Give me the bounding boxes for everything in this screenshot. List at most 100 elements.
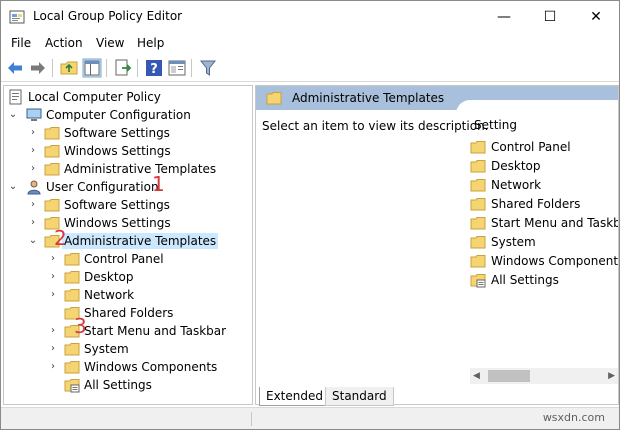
folder-icon xyxy=(266,92,282,105)
minimize-button[interactable]: — xyxy=(481,1,527,33)
chevron-right-icon[interactable]: › xyxy=(48,340,58,358)
tree-item-control-panel[interactable]: › Control Panel xyxy=(4,250,250,268)
chevron-right-icon[interactable]: › xyxy=(28,196,38,214)
back-arrow-icon[interactable] xyxy=(5,58,25,78)
chevron-right-icon[interactable]: › xyxy=(48,322,58,340)
maximize-button[interactable]: ☐ xyxy=(527,1,573,33)
list-item-label: Control Panel xyxy=(491,140,571,154)
export-list-icon[interactable] xyxy=(113,58,133,78)
show-hide-tree-icon[interactable] xyxy=(82,58,102,78)
tree-label: System xyxy=(84,342,129,356)
toolbar: ? xyxy=(1,55,619,82)
tree-item-network[interactable]: › Network xyxy=(4,286,250,304)
horizontal-scrollbar[interactable]: ◀ ▶ xyxy=(470,368,618,384)
tree-label: Windows Settings xyxy=(64,216,171,230)
list-item-label: Start Menu and Taskbar xyxy=(491,216,619,230)
maximize-icon: ☐ xyxy=(543,9,557,25)
folder-icon xyxy=(470,217,486,230)
details-header-title: Administrative Templates xyxy=(292,91,445,105)
tree-item-desktop[interactable]: › Desktop xyxy=(4,268,250,286)
title-bar: Local Group Policy Editor — ☐ ✕ xyxy=(1,1,619,33)
tree-item-cc-administrative-templates[interactable]: › Administrative Templates xyxy=(4,160,250,178)
status-bar xyxy=(1,407,619,429)
chevron-down-icon[interactable]: ⌄ xyxy=(28,232,38,250)
tree-label-selected: Administrative Templates xyxy=(62,233,219,249)
tree-label: Software Settings xyxy=(64,126,170,140)
folder-icon xyxy=(470,198,486,211)
details-pane: Administrative Templates Select an item … xyxy=(255,85,619,405)
tree-item-windows-components[interactable]: › Windows Components xyxy=(4,358,250,376)
tree-label: Windows Settings xyxy=(64,144,171,158)
list-item-label: Desktop xyxy=(491,159,541,173)
scroll-right-icon[interactable]: ▶ xyxy=(608,368,615,384)
forward-arrow-icon[interactable] xyxy=(28,58,48,78)
chevron-down-icon[interactable]: ⌄ xyxy=(8,106,18,124)
chevron-right-icon[interactable]: › xyxy=(48,286,58,304)
status-divider xyxy=(251,412,252,426)
chevron-right-icon[interactable]: › xyxy=(28,214,38,232)
tree-label: User Configuration xyxy=(46,180,159,194)
user-icon xyxy=(27,180,41,195)
scrollbar-thumb[interactable] xyxy=(488,370,530,382)
chevron-down-icon[interactable]: ⌄ xyxy=(8,178,18,196)
tree-item-uc-administrative-templates[interactable]: ⌄ Administrative Templates xyxy=(4,232,250,250)
list-item-label: Shared Folders xyxy=(491,197,581,211)
tree-label: Administrative Templates xyxy=(64,162,217,176)
setting-column-header[interactable]: Setting xyxy=(474,118,517,132)
tree-label: Software Settings xyxy=(64,198,170,212)
folder-icon xyxy=(64,361,80,374)
folder-icon xyxy=(470,160,486,173)
tree-item-all-settings[interactable]: All Settings xyxy=(4,376,250,394)
filter-icon[interactable] xyxy=(198,58,218,78)
toolbar-separator xyxy=(106,59,107,77)
scroll-left-icon[interactable]: ◀ xyxy=(473,368,480,384)
tree-item-shared-folders[interactable]: Shared Folders xyxy=(4,304,250,322)
tree-item-start-menu-and-taskbar[interactable]: › Start Menu and Taskbar xyxy=(4,322,250,340)
chevron-right-icon[interactable]: › xyxy=(48,268,58,286)
folder-icon xyxy=(44,163,60,176)
annotation-marker-2: 2 xyxy=(54,226,67,250)
tree-item-cc-windows-settings[interactable]: › Windows Settings xyxy=(4,142,250,160)
chevron-right-icon[interactable]: › xyxy=(28,124,38,142)
tree-item-uc-software-settings[interactable]: › Software Settings xyxy=(4,196,250,214)
annotation-marker-3: 3 xyxy=(74,314,87,338)
help-icon[interactable]: ? xyxy=(144,58,164,78)
tree-item-cc-software-settings[interactable]: › Software Settings xyxy=(4,124,250,142)
chevron-right-icon[interactable]: › xyxy=(28,160,38,178)
tree-label: Windows Components xyxy=(84,360,218,374)
tree-item-system[interactable]: › System xyxy=(4,340,250,358)
tree-item-computer-configuration[interactable]: ⌄ Computer Configuration xyxy=(4,106,250,124)
all-settings-icon xyxy=(64,379,80,393)
tree-pane[interactable]: Local Computer Policy ⌄ Computer Configu… xyxy=(3,85,253,405)
menu-bar: File Action View Help xyxy=(1,33,619,55)
tree-item-local-computer-policy[interactable]: Local Computer Policy xyxy=(4,88,250,106)
chevron-right-icon[interactable]: › xyxy=(28,142,38,160)
tree-label: Computer Configuration xyxy=(46,108,191,122)
tree-label: Shared Folders xyxy=(84,306,174,320)
tab-extended[interactable]: Extended xyxy=(259,387,330,406)
list-item-label: System xyxy=(491,235,536,249)
toolbar-separator xyxy=(52,59,53,77)
tree-label: Desktop xyxy=(84,270,134,284)
window-title: Local Group Policy Editor xyxy=(33,9,183,23)
folder-icon xyxy=(470,255,486,268)
folder-icon xyxy=(64,343,80,356)
tab-standard[interactable]: Standard xyxy=(325,387,394,406)
folder-icon xyxy=(64,289,80,302)
menu-action[interactable]: Action xyxy=(45,36,83,50)
up-folder-icon[interactable] xyxy=(59,58,79,78)
menu-view[interactable]: View xyxy=(96,36,124,50)
chevron-right-icon[interactable]: › xyxy=(48,250,58,268)
close-button[interactable]: ✕ xyxy=(573,1,619,33)
tree-item-uc-windows-settings[interactable]: › Windows Settings xyxy=(4,214,250,232)
menu-file[interactable]: File xyxy=(11,36,31,50)
chevron-right-icon[interactable]: › xyxy=(48,358,58,376)
menu-help[interactable]: Help xyxy=(137,36,164,50)
computer-icon xyxy=(26,108,42,121)
tree-item-user-configuration[interactable]: ⌄ User Configuration xyxy=(4,178,250,196)
list-item-label: Network xyxy=(491,178,542,192)
view-tabs: Extended Standard xyxy=(255,387,619,407)
folder-icon xyxy=(470,179,486,192)
folder-icon xyxy=(470,236,486,249)
properties-icon[interactable] xyxy=(167,58,187,78)
